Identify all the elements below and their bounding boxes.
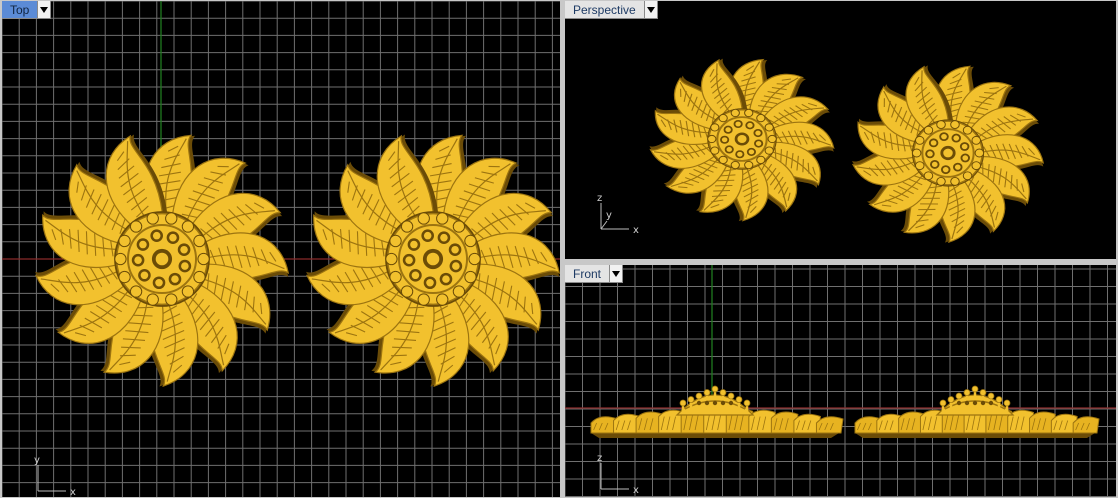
viewport-title-front[interactable]: Front xyxy=(565,265,611,283)
axis-label-vertical: z xyxy=(597,453,602,464)
triangle-down-icon[interactable] xyxy=(610,265,624,283)
flower-right-top[interactable] xyxy=(305,131,560,388)
perspective-view-scene[interactable]: x zy xyxy=(565,1,1116,259)
axis-label-vertical: y xyxy=(34,455,40,466)
viewport-tab-perspective[interactable]: Perspective xyxy=(565,1,658,19)
axis-label-x: x xyxy=(633,485,639,496)
axis-label-x: x xyxy=(70,487,76,497)
construction-grid xyxy=(565,265,1116,497)
flower-right-front[interactable] xyxy=(854,385,1100,438)
flower-center xyxy=(911,119,985,187)
viewport-perspective[interactable]: x zy Perspective xyxy=(565,1,1116,259)
viewport-front[interactable]: xz Front xyxy=(565,265,1116,497)
axis-gizmo: xy xyxy=(34,455,76,497)
axis-label-depth: y xyxy=(606,210,612,221)
viewport-title-top[interactable]: Top xyxy=(2,1,39,19)
axis-label-vertical: z xyxy=(597,193,602,204)
flower-right-perspective[interactable] xyxy=(851,63,1045,243)
viewport-tab-front[interactable]: Front xyxy=(565,265,624,283)
top-view-scene[interactable]: xy xyxy=(2,1,560,497)
viewport-title-perspective[interactable]: Perspective xyxy=(565,1,645,19)
flower-left-front[interactable] xyxy=(590,385,844,438)
flower-left-perspective[interactable] xyxy=(648,57,835,222)
flower-center xyxy=(707,108,777,170)
axis-gizmo: x zy xyxy=(597,193,639,236)
flower-center xyxy=(114,211,210,307)
front-view-scene[interactable]: xz xyxy=(565,265,1116,497)
triangle-down-icon[interactable] xyxy=(38,1,52,19)
axis-label-x: x xyxy=(633,225,639,236)
viewport-tab-top[interactable]: Top xyxy=(2,1,52,19)
flower-center xyxy=(385,211,481,307)
viewport-top[interactable]: xy Top xyxy=(2,1,560,497)
triangle-down-icon[interactable] xyxy=(644,1,658,19)
flower-left-top[interactable] xyxy=(34,131,290,388)
